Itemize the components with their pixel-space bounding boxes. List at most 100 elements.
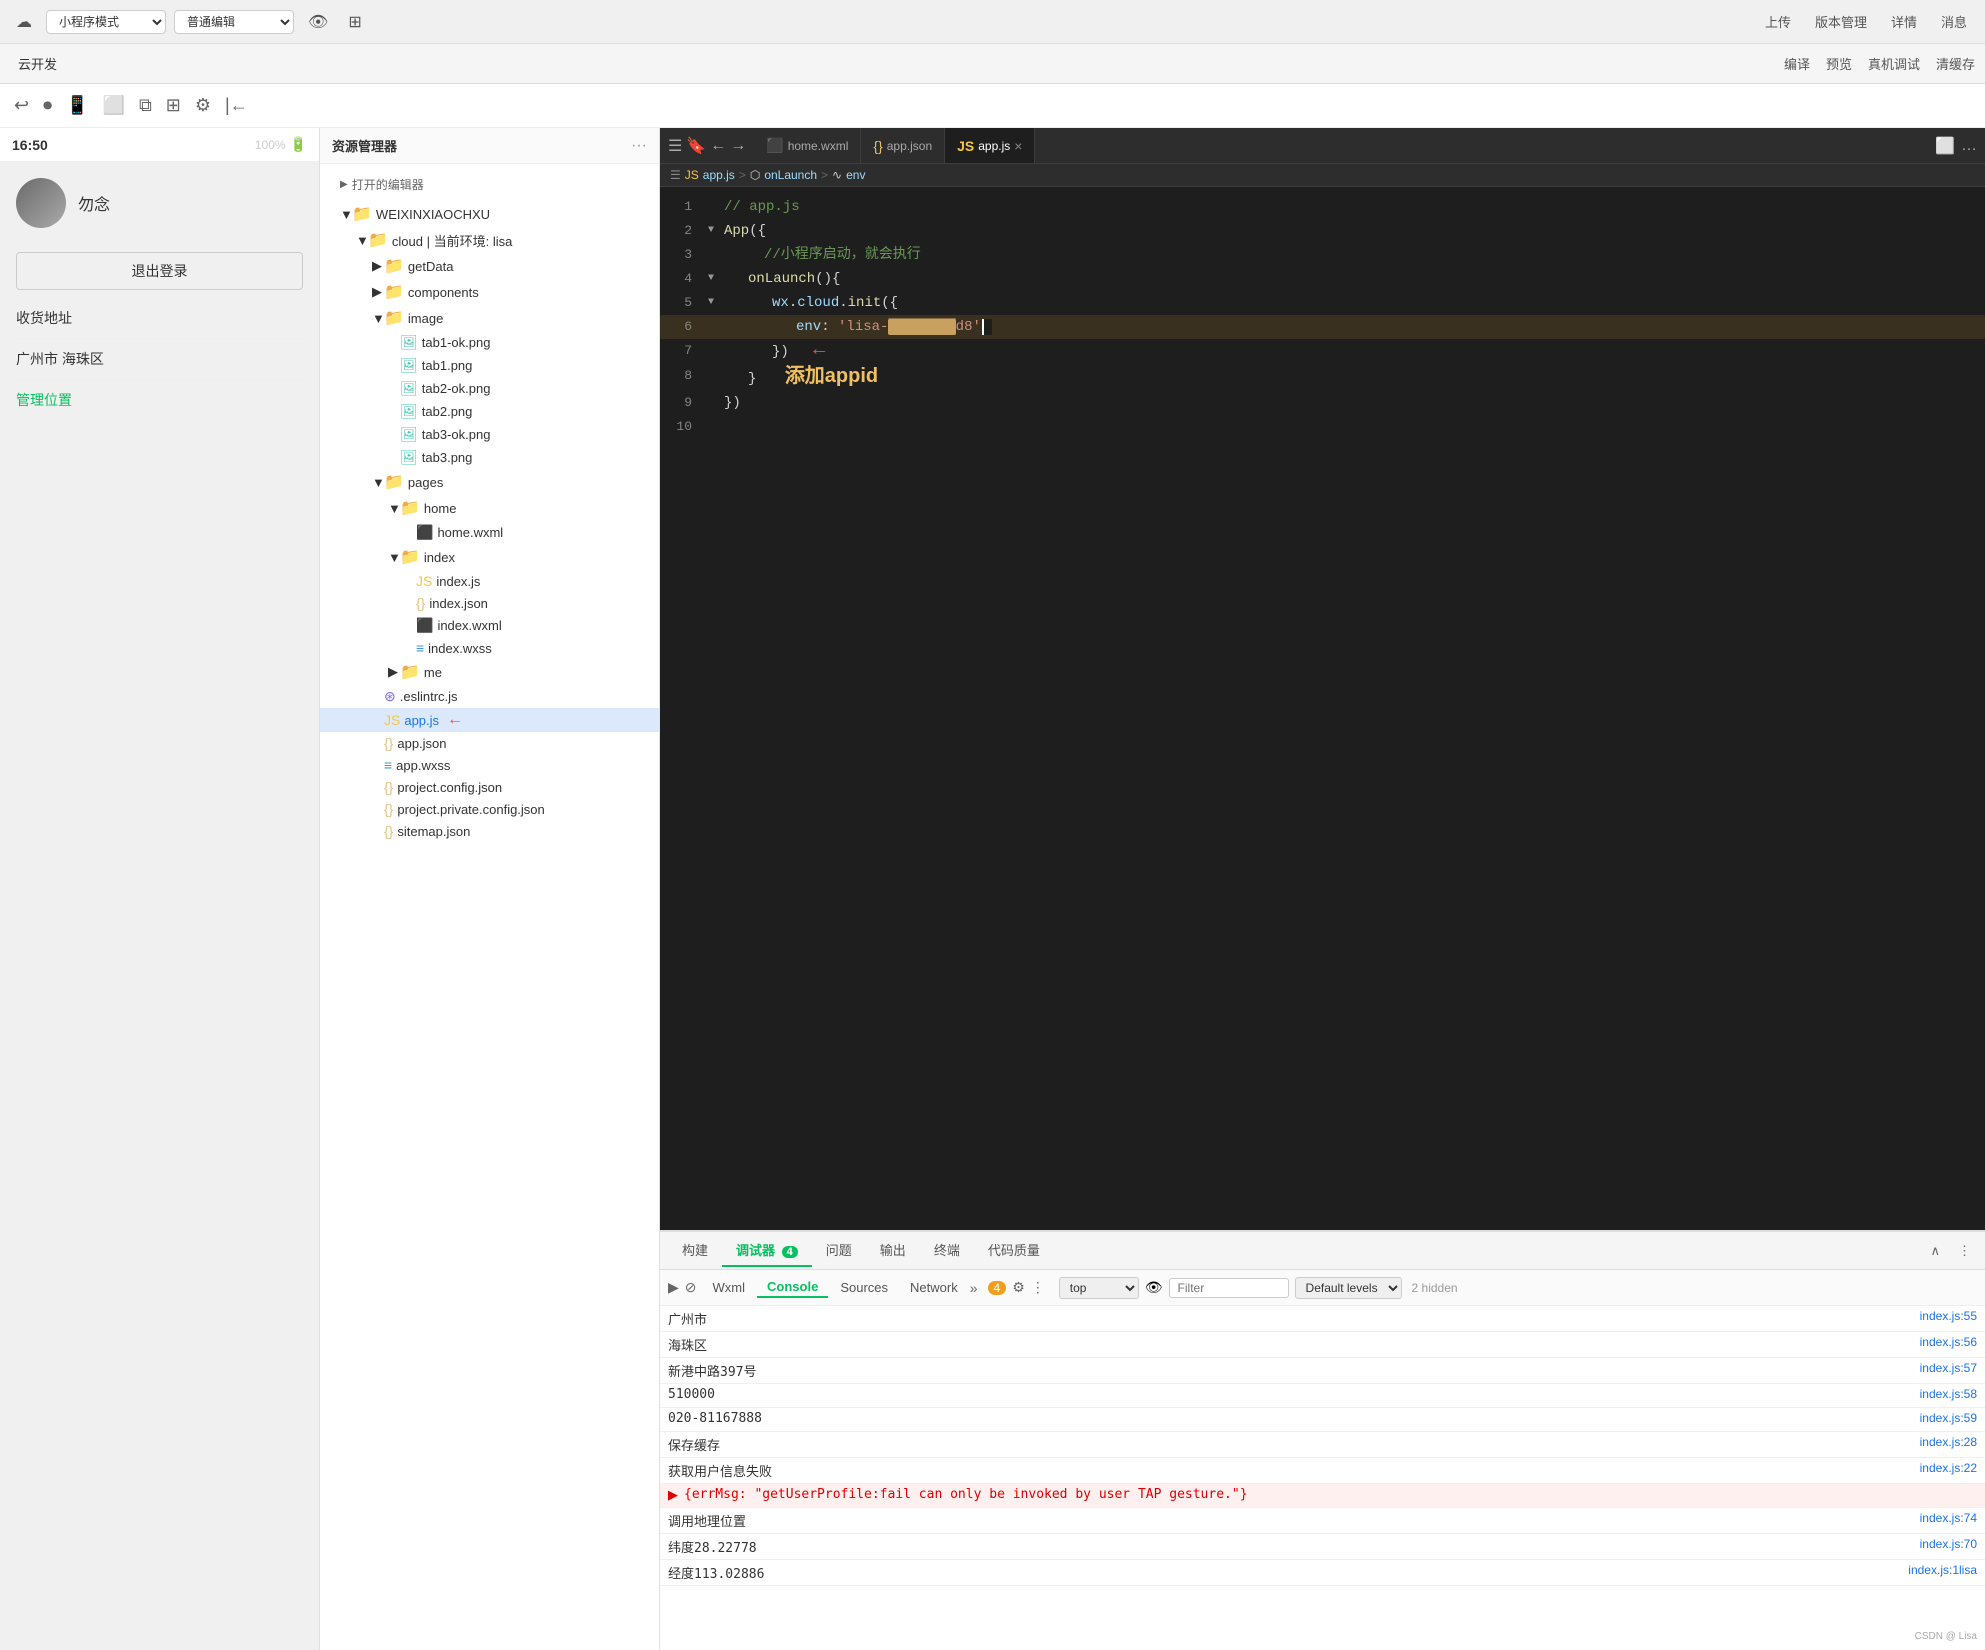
subtab-wxml[interactable]: Wxml	[703, 1278, 756, 1297]
message-btn[interactable]: 消息	[1933, 10, 1975, 33]
file-more-btn[interactable]: ···	[631, 137, 647, 155]
console-link-5[interactable]: index.js:28	[1920, 1435, 1977, 1449]
console-link-7[interactable]: index.js:74	[1920, 1511, 1977, 1525]
preview-btn[interactable]: 预览	[1826, 54, 1852, 73]
more-panel-btn[interactable]: ⋮	[1952, 1241, 1977, 1261]
detail-btn[interactable]: 详情	[1883, 10, 1925, 33]
eye-toggle-btn[interactable]: 👁	[1145, 1279, 1163, 1296]
copy-icon[interactable]: ⧉	[135, 91, 156, 120]
device-debug-btn[interactable]: 真机调试	[1868, 54, 1920, 73]
editor-select[interactable]: 普通编辑	[174, 10, 294, 34]
tab-terminal[interactable]: 终端	[920, 1234, 974, 1267]
tab-app-json[interactable]: {} app.json	[861, 128, 945, 164]
prev-tab-btn[interactable]: ←	[710, 137, 726, 155]
console-link-4[interactable]: index.js:59	[1920, 1411, 1977, 1425]
cursor-icon[interactable]: |←	[221, 91, 252, 120]
breadcrumb-onlaunch[interactable]: onLaunch	[764, 168, 817, 182]
app-js-file[interactable]: JS app.js ←	[320, 708, 659, 732]
console-link-8[interactable]: index.js:70	[1920, 1537, 1977, 1551]
bucket-icon[interactable]: ⚙	[191, 91, 215, 120]
error-expand-icon[interactable]: ▶	[668, 1487, 678, 1503]
tab-debugger[interactable]: 调试器 4	[722, 1234, 812, 1267]
split-editor-btn[interactable]: ⬜	[1935, 136, 1955, 156]
frame-selector[interactable]: top	[1059, 1277, 1139, 1299]
console-msg-3: 510000	[668, 1387, 1920, 1402]
more-options-icon[interactable]: ⋮	[1031, 1279, 1045, 1296]
pages-folder[interactable]: ▼ 📁 pages	[320, 469, 659, 495]
back-icon[interactable]: ☁	[10, 10, 38, 34]
index-folder[interactable]: ▼ 📁 index	[320, 544, 659, 570]
console-filter-input[interactable]	[1169, 1278, 1289, 1298]
index-json-file[interactable]: {} index.json	[320, 592, 659, 614]
console-link-6[interactable]: index.js:22	[1920, 1461, 1977, 1475]
sitemap-file[interactable]: {} sitemap.json	[320, 820, 659, 842]
tab-quality[interactable]: 代码质量	[974, 1234, 1054, 1267]
subtab-network[interactable]: Network	[900, 1278, 968, 1297]
grid-icon[interactable]: ⊞	[342, 10, 367, 34]
stop-icon[interactable]: ⊘	[685, 1279, 697, 1296]
index-wxml-name: index.wxml	[437, 618, 501, 633]
layout-icon[interactable]: ⊞	[162, 91, 185, 120]
tab-build[interactable]: 构建	[668, 1234, 722, 1267]
project-config-file[interactable]: {} project.config.json	[320, 776, 659, 798]
tab-home-wxml[interactable]: ⬛ home.wxml	[754, 128, 861, 164]
device-icon[interactable]: 📱	[62, 91, 92, 120]
version-btn[interactable]: 版本管理	[1807, 10, 1875, 33]
index-js-file[interactable]: JS index.js	[320, 570, 659, 592]
cloud-folder[interactable]: ▼ 📁 cloud | 当前环境: lisa	[320, 227, 659, 253]
project-private-file[interactable]: {} project.private.config.json	[320, 798, 659, 820]
index-wxss-file[interactable]: ≡ index.wxss	[320, 637, 659, 659]
run-icon[interactable]: ▶	[668, 1279, 679, 1296]
home-folder[interactable]: ▼ 📁 home	[320, 495, 659, 521]
clear-cache-btn[interactable]: 清缓存	[1936, 54, 1975, 73]
subtab-sources[interactable]: Sources	[830, 1278, 898, 1297]
breadcrumb-app-js[interactable]: app.js	[703, 168, 735, 182]
collapse-panel-btn[interactable]: ∧	[1924, 1241, 1946, 1261]
bookmark-icon[interactable]: 🔖	[686, 136, 706, 156]
hamburger-icon[interactable]: ☰	[668, 136, 682, 156]
tab2-file[interactable]: 🖼 tab2.png	[320, 400, 659, 423]
getData-folder[interactable]: ▶ 📁 getData	[320, 253, 659, 279]
app-wxss-file[interactable]: ≡ app.wxss	[320, 754, 659, 776]
app-js-tab-close[interactable]: ×	[1014, 138, 1022, 154]
components-folder[interactable]: ▶ 📁 components	[320, 279, 659, 305]
tab1-file[interactable]: 🖼 tab1.png	[320, 354, 659, 377]
console-link-9[interactable]: index.js:1lisa	[1908, 1563, 1977, 1577]
compile-btn[interactable]: 编译	[1784, 54, 1810, 73]
eye-icon[interactable]: 👁	[302, 10, 334, 34]
tab3-file[interactable]: 🖼 tab3.png	[320, 446, 659, 469]
index-wxml-file[interactable]: ⬛ index.wxml	[320, 614, 659, 637]
image-folder[interactable]: ▼ 📁 image	[320, 305, 659, 331]
cloud-dev-label[interactable]: 云开发	[10, 54, 65, 73]
next-tab-btn[interactable]: →	[730, 137, 746, 155]
tab3-ok-file[interactable]: 🖼 tab3-ok.png	[320, 423, 659, 446]
tab-output[interactable]: 输出	[866, 1234, 920, 1267]
upload-btn[interactable]: 上传	[1757, 10, 1799, 33]
home-wxml-file[interactable]: ⬛ home.wxml	[320, 521, 659, 544]
more-console-btn[interactable]: »	[970, 1280, 978, 1296]
app-json-file[interactable]: {} app.json	[320, 732, 659, 754]
settings-icon[interactable]: ⚙	[1012, 1279, 1025, 1296]
root-folder[interactable]: ▼ 📁 WEIXINXIAOCHXU	[320, 201, 659, 227]
console-link-0[interactable]: index.js:55	[1920, 1309, 1977, 1323]
logout-button[interactable]: 退出登录	[16, 252, 303, 290]
open-editors-header[interactable]: ▶ 打开的编辑器	[320, 172, 659, 197]
undo-icon[interactable]: ↩	[10, 91, 33, 120]
more-editor-btn[interactable]: …	[1961, 137, 1977, 155]
split-icon[interactable]: ⬜	[99, 91, 129, 120]
breadcrumb-env[interactable]: env	[846, 168, 865, 182]
eslintrc-file[interactable]: ⊛ .eslintrc.js	[320, 685, 659, 708]
tab2-ok-file[interactable]: 🖼 tab2-ok.png	[320, 377, 659, 400]
log-level-select[interactable]: Default levels	[1295, 1277, 1402, 1299]
console-link-3[interactable]: index.js:58	[1920, 1387, 1977, 1401]
subtab-console[interactable]: Console	[757, 1277, 828, 1298]
mode-select[interactable]: 小程序模式	[46, 10, 166, 34]
me-folder[interactable]: ▶ 📁 me	[320, 659, 659, 685]
console-link-1[interactable]: index.js:56	[1920, 1335, 1977, 1349]
tab-app-js[interactable]: JS app.js ×	[945, 128, 1035, 164]
tab-issues[interactable]: 问题	[812, 1234, 866, 1267]
tab1-ok-file[interactable]: 🖼 tab1-ok.png	[320, 331, 659, 354]
manage-location-btn[interactable]: 管理位置	[16, 380, 303, 420]
record-icon[interactable]: ⏺	[39, 91, 56, 120]
console-link-2[interactable]: index.js:57	[1920, 1361, 1977, 1375]
